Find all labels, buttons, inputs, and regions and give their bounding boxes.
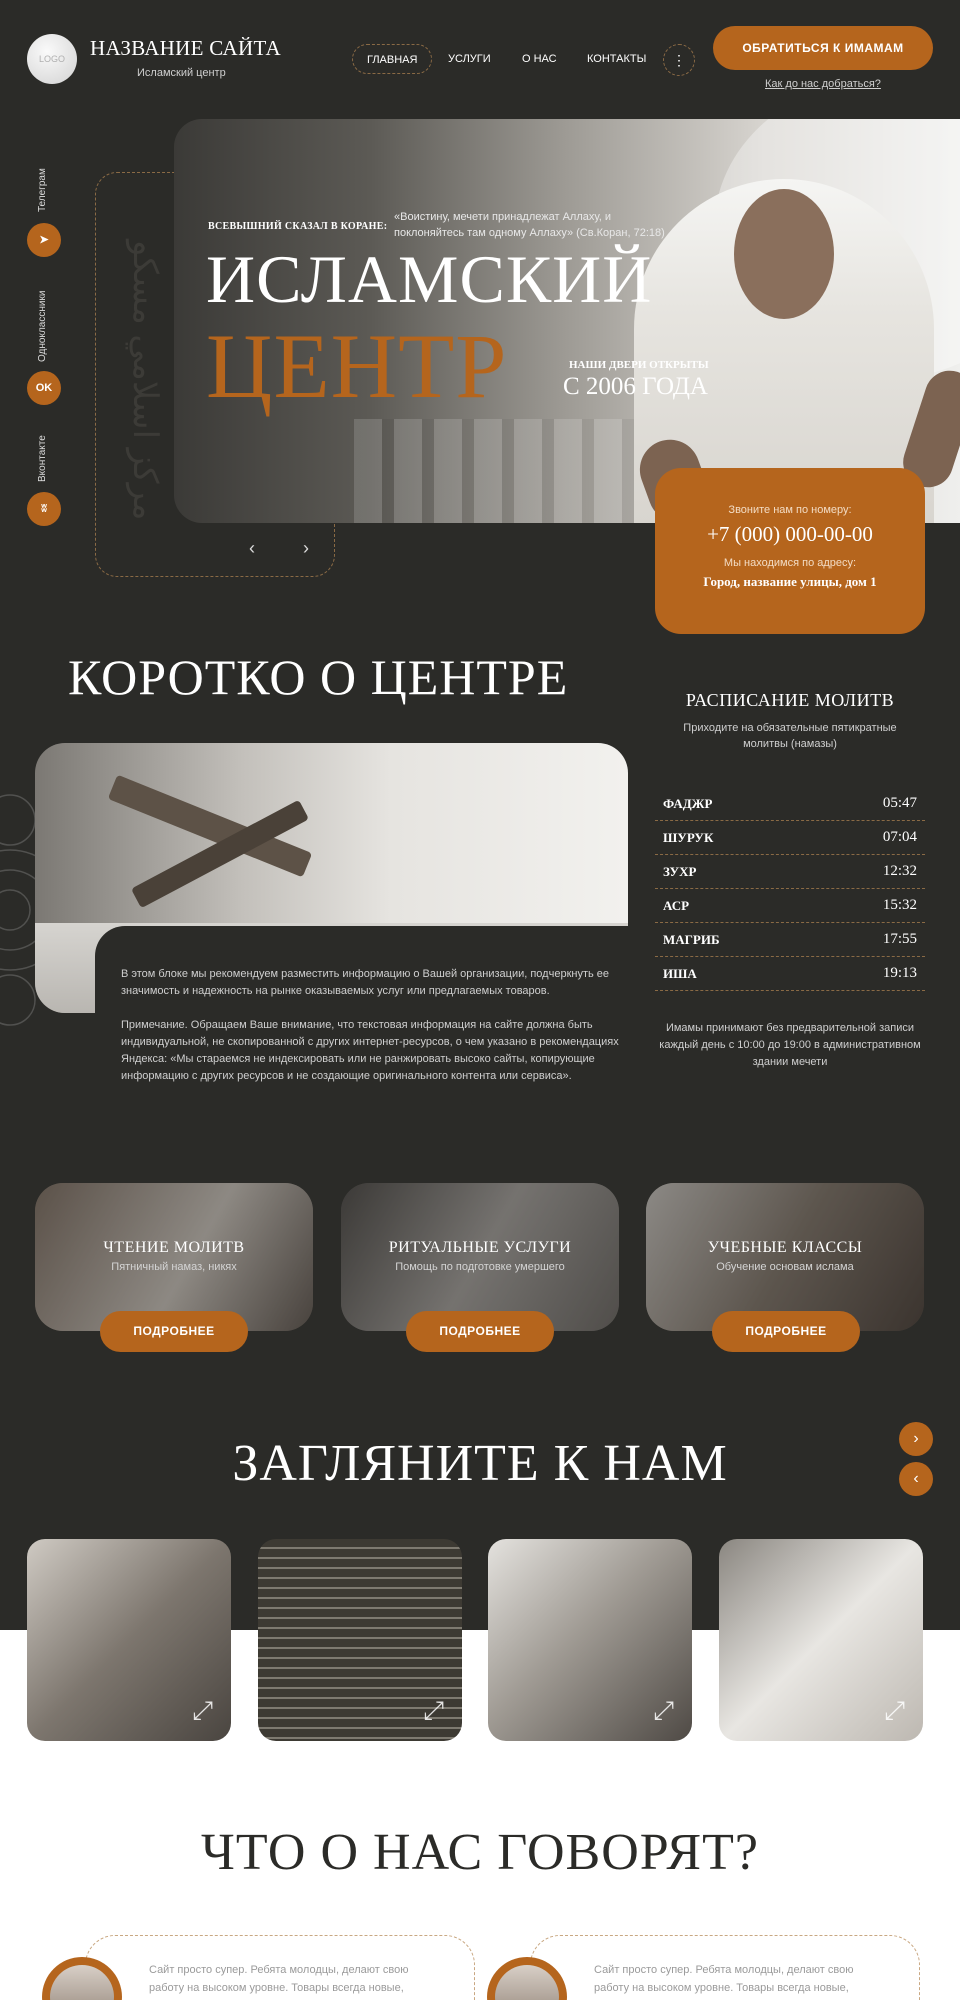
prayer-note: Имамы принимают без предварительной запи… [659, 1022, 921, 1068]
nav-home[interactable]: ГЛАВНАЯ [352, 44, 433, 74]
site-subtitle: Исламский центр [137, 67, 226, 79]
prayer-row: АСР 15:32 [655, 889, 925, 923]
slider-next-icon[interactable]: › [303, 538, 309, 559]
service-subtitle: Пятничный намаз, никях [111, 1261, 237, 1273]
address: Город, название улицы, дом 1 [703, 574, 877, 589]
service-more-button[interactable]: ПОДРОБНЕЕ [712, 1311, 860, 1352]
hero-doors-label: НАШИ ДВЕРИ ОТКРЫТЫ [569, 359, 709, 371]
service-card-overlay [646, 1183, 924, 1331]
service-title: РИТУАЛЬНЫЕ УСЛУГИ [388, 1239, 572, 1256]
social-label-telegram: Телеграм [37, 168, 48, 212]
site-title[interactable]: НАЗВАНИЕ САЙТА [90, 36, 281, 61]
social-label-vk: Вконтакте [37, 435, 48, 482]
social-label-odnoklassniki: Одноклассники [37, 290, 48, 362]
hero-kicker: ВСЕВЫШНИЙ СКАЗАЛ В КОРАНЕ: [208, 221, 388, 232]
phone-number[interactable]: +7 (000) 000-00-00 [655, 522, 925, 547]
nav-services[interactable]: УСЛУГИ [434, 44, 505, 74]
prayer-name: АСР [663, 897, 690, 913]
service-title: ЧТЕНИЕ МОЛИТВ [103, 1239, 245, 1256]
prayer-schedule-subtitle: Приходите на обязательные пятикратные мо… [683, 722, 897, 750]
expand-icon[interactable]: ⤢ [653, 1695, 674, 1727]
prayer-name: ФАДЖР [663, 795, 713, 811]
service-subtitle: Обучение основам ислама [716, 1261, 854, 1273]
prayer-time: 15:32 [882, 897, 917, 913]
prayer-row: ИША 19:13 [655, 957, 925, 991]
service-card-overlay [35, 1183, 313, 1331]
gallery-next-icon[interactable]: › [899, 1422, 933, 1456]
prayer-time: 05:47 [882, 795, 917, 811]
odnoklassniki-icon[interactable]: OK [27, 371, 61, 405]
expand-icon[interactable]: ⤢ [423, 1695, 444, 1727]
reviewer-photo [50, 1965, 114, 2000]
prayer-row: ЗУХР 12:32 [655, 855, 925, 889]
gallery-title: ЗАГЛЯНИТЕ К НАМ [232, 1435, 728, 1492]
prayer-row: МАГРИБ 17:55 [655, 923, 925, 957]
gallery-photo[interactable]: ⤢ [488, 1539, 692, 1741]
about-title: КОРОТКО О ЦЕНТРЕ [68, 649, 569, 705]
prayer-time: 07:04 [882, 829, 917, 845]
directions-link[interactable]: Как до нас добраться? [765, 78, 881, 90]
hero-since-year: С 2006 ГОДА [563, 373, 708, 400]
contact-card: Звоните нам по номеру: +7 (000) 000-00-0… [655, 468, 925, 634]
nav-about[interactable]: О НАС [508, 44, 571, 74]
prayer-name: ШУРУК [663, 829, 714, 845]
gallery-prev-icon[interactable]: ‹ [899, 1462, 933, 1496]
prayer-schedule-title: РАСПИСАНИЕ МОЛИТВ [685, 690, 895, 710]
service-more-button[interactable]: ПОДРОБНЕЕ [100, 1311, 248, 1352]
service-subtitle: Помощь по подготовке умершего [395, 1261, 565, 1273]
service-card-ritual[interactable]: РИТУАЛЬНЫЕ УСЛУГИ Помощь по подготовке у… [341, 1183, 619, 1331]
prayer-row: ШУРУК 07:04 [655, 821, 925, 855]
prayer-name: ИША [663, 965, 697, 981]
gallery-photo[interactable]: ⤢ [258, 1539, 462, 1741]
hero-title: ИСЛАМСКИЙ [206, 241, 653, 317]
slider-prev-icon[interactable]: ‹ [249, 538, 255, 559]
reviews-title: ЧТО О НАС ГОВОРЯТ? [201, 1824, 759, 1881]
address-label: Мы находимся по адресу: [723, 557, 857, 569]
contact-imams-button[interactable]: ОБРАТИТЬСЯ К ИМАМАМ [713, 26, 933, 70]
review-text: Сайт просто супер. Ребята молодцы, делаю… [149, 1964, 409, 1994]
more-menu-icon[interactable]: ⋮ [663, 44, 695, 76]
service-card-overlay [341, 1183, 619, 1331]
about-note: Примечание. Обращаем Ваше внимание, что … [121, 1019, 619, 1082]
expand-icon[interactable]: ⤢ [192, 1695, 213, 1727]
service-title: УЧЕБНЫЕ КЛАССЫ [707, 1239, 863, 1256]
vk-icon[interactable]: ʬ [27, 492, 61, 526]
call-label: Звоните нам по номеру: [728, 504, 852, 516]
hero-title-accent: ЦЕНТР [206, 315, 508, 417]
prayer-time: 19:13 [882, 965, 917, 981]
telegram-icon[interactable]: ➤ [27, 223, 61, 257]
review-text: Сайт просто супер. Ребята молодцы, делаю… [594, 1964, 854, 1994]
hero-arabic-text: مركز اسلامي مسكو [126, 240, 164, 521]
gallery-photo[interactable]: ⤢ [719, 1539, 923, 1741]
prayer-row: ФАДЖР 05:47 [655, 787, 925, 821]
reviewer-photo [495, 1965, 559, 2000]
logo[interactable]: LOGO [27, 34, 77, 84]
service-more-button[interactable]: ПОДРОБНЕЕ [406, 1311, 554, 1352]
prayer-time: 17:55 [882, 931, 917, 947]
hero-quote: «Воистину, мечети принадлежат Аллаху, и … [394, 211, 665, 239]
about-paragraph: В этом блоке мы рекомендуем разместить и… [121, 968, 610, 997]
service-card-prayers[interactable]: ЧТЕНИЕ МОЛИТВ Пятничный намаз, никях [35, 1183, 313, 1331]
expand-icon[interactable]: ⤢ [884, 1695, 905, 1727]
service-card-classes[interactable]: УЧЕБНЫЕ КЛАССЫ Обучение основам ислама [646, 1183, 924, 1331]
gallery-photo[interactable]: ⤢ [27, 1539, 231, 1741]
prayer-name: ЗУХР [663, 863, 697, 879]
nav-contacts[interactable]: КОНТАКТЫ [573, 44, 660, 74]
prayer-time: 12:32 [882, 863, 917, 879]
praying-man-face [734, 189, 834, 319]
prayer-name: МАГРИБ [663, 931, 720, 947]
